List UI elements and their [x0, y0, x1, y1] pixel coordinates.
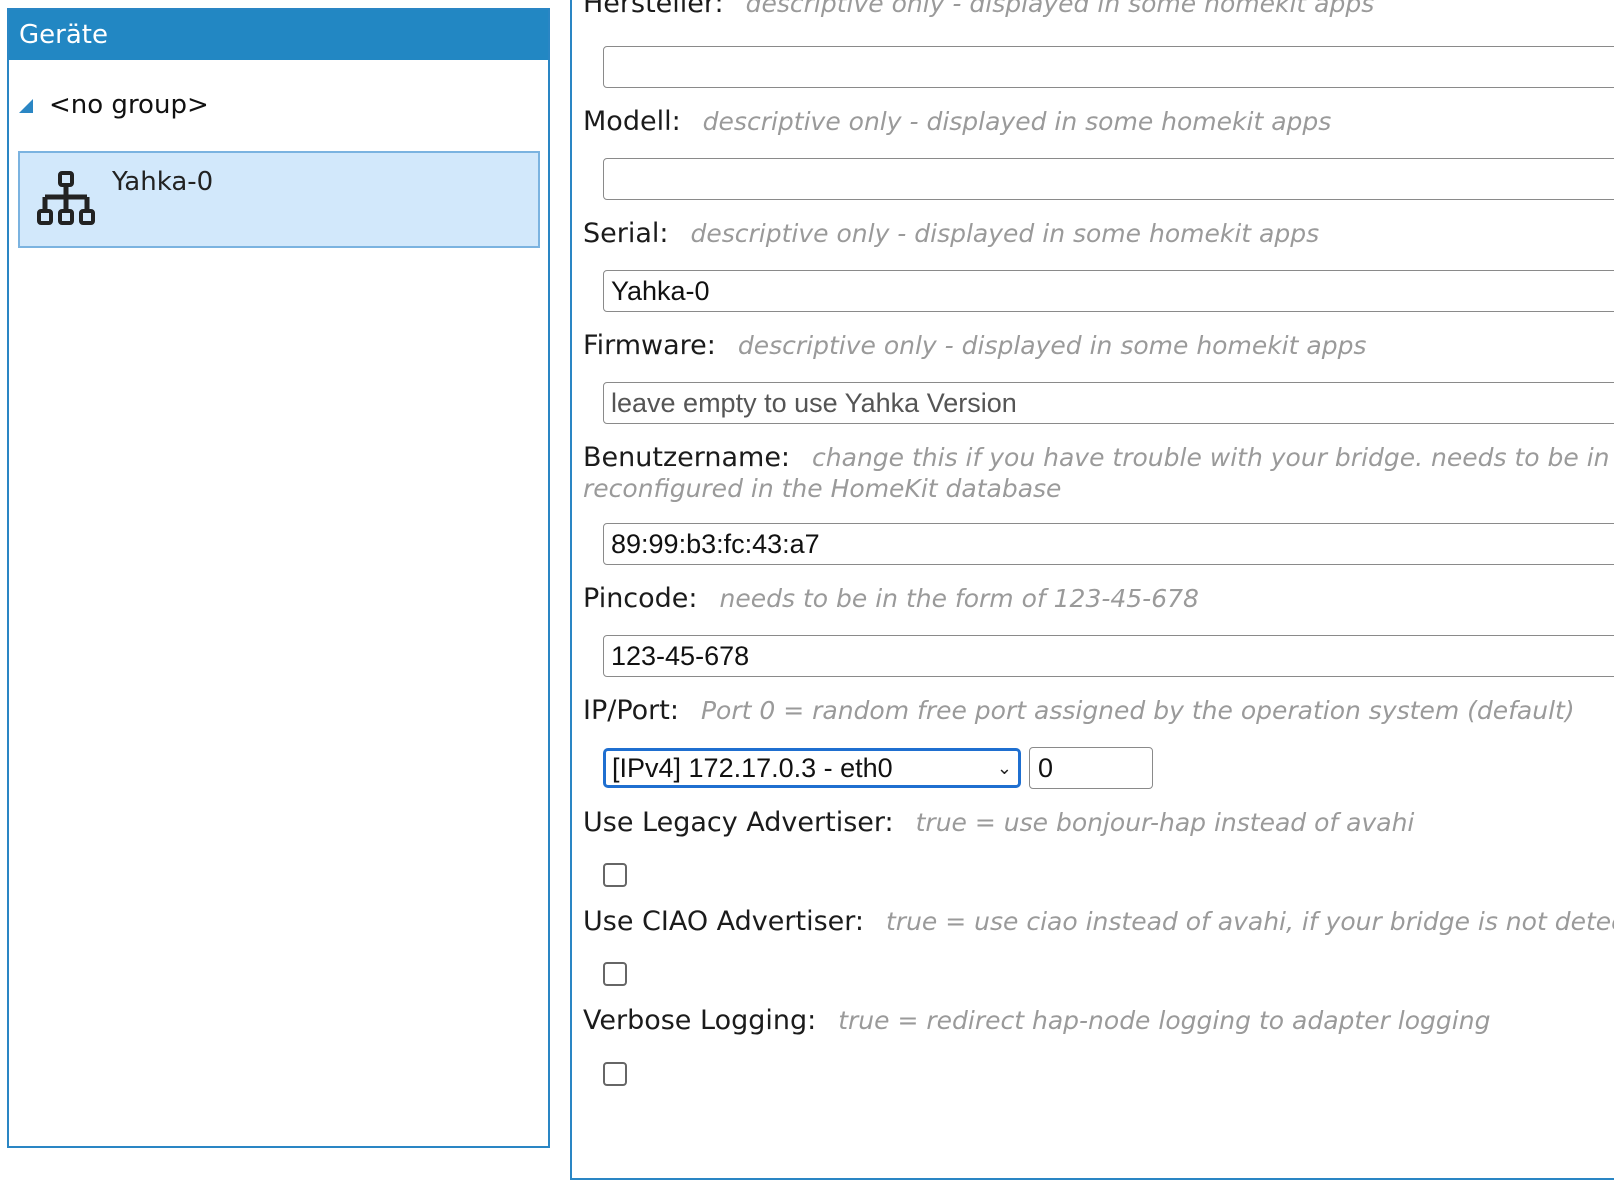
- ciao-advertiser-label: Use CIAO Advertiser:: [583, 906, 864, 937]
- ciao-advertiser-checkbox[interactable]: [603, 962, 627, 986]
- username-input[interactable]: [603, 523, 1614, 565]
- serial-input[interactable]: [603, 270, 1614, 312]
- device-config-form: Hersteller: descriptive only - displayed …: [570, 0, 1614, 1180]
- ipport-hint: Port 0 = random free port assigned by th…: [700, 696, 1575, 725]
- legacy-advertiser-hint: true = use bonjour-hap instead of avahi: [915, 808, 1415, 837]
- group-node[interactable]: <no group>: [19, 90, 209, 120]
- device-item-yahka-0[interactable]: Yahka-0: [18, 151, 540, 248]
- verbose-logging-hint: true = redirect hap-node logging to adap…: [838, 1006, 1491, 1035]
- model-row: Modell: descriptive only - displayed in s…: [583, 106, 1331, 137]
- firmware-row: Firmware: descriptive only - displayed in…: [583, 330, 1366, 361]
- model-input[interactable]: [603, 158, 1614, 200]
- username-hint: change this if you have trouble with you…: [812, 443, 1614, 472]
- firmware-input[interactable]: [603, 382, 1614, 424]
- firmware-label: Firmware:: [583, 330, 716, 361]
- username-label: Benutzername:: [583, 442, 791, 473]
- ip-address-selected: [IPv4] 172.17.0.3 - eth0: [612, 752, 893, 783]
- username-row: Benutzername: change this if you have tro…: [583, 442, 1614, 473]
- manufacturer-row: Hersteller: descriptive only - displayed …: [583, 0, 1374, 19]
- pincode-label: Pincode:: [583, 583, 698, 614]
- ipport-label: IP/Port:: [583, 695, 679, 726]
- pincode-input[interactable]: [603, 635, 1614, 677]
- ip-address-select[interactable]: [IPv4] 172.17.0.3 - eth0 ⌄: [603, 748, 1021, 788]
- manufacturer-label: Hersteller:: [583, 0, 724, 19]
- devices-panel-title: Geräte: [9, 10, 548, 60]
- legacy-advertiser-row: Use Legacy Advertiser: true = use bonjour…: [583, 807, 1414, 838]
- verbose-logging-label: Verbose Logging:: [583, 1005, 817, 1036]
- device-name: Yahka-0: [112, 167, 214, 197]
- manufacturer-hint: descriptive only - displayed in some hom…: [745, 0, 1375, 18]
- username-hint-continued: reconfigured in the HomeKit database: [583, 474, 1062, 503]
- group-label: <no group>: [49, 90, 209, 120]
- manufacturer-input[interactable]: [603, 46, 1614, 88]
- ipport-row: IP/Port: Port 0 = random free port assign…: [583, 695, 1575, 726]
- firmware-hint: descriptive only - displayed in some hom…: [737, 331, 1367, 360]
- verbose-logging-row: Verbose Logging: true = redirect hap-node…: [583, 1005, 1490, 1036]
- expand-triangle-icon[interactable]: [19, 99, 33, 113]
- legacy-advertiser-label: Use Legacy Advertiser:: [583, 807, 894, 838]
- chevron-down-icon: ⌄: [996, 757, 1012, 778]
- network-tree-icon: [37, 171, 95, 225]
- ciao-advertiser-hint: true = use ciao instead of avahi, if you…: [885, 907, 1614, 936]
- pincode-row: Pincode: needs to be in the form of 123-4…: [583, 583, 1199, 614]
- legacy-advertiser-checkbox[interactable]: [603, 863, 627, 887]
- model-label: Modell:: [583, 106, 681, 137]
- model-hint: descriptive only - displayed in some hom…: [702, 107, 1332, 136]
- verbose-logging-checkbox[interactable]: [603, 1062, 627, 1086]
- serial-label: Serial:: [583, 218, 669, 249]
- port-input[interactable]: [1029, 747, 1153, 789]
- ciao-advertiser-row: Use CIAO Advertiser: true = use ciao inst…: [583, 906, 1614, 937]
- pincode-hint: needs to be in the form of 123-45-678: [719, 584, 1199, 613]
- serial-row: Serial: descriptive only - displayed in s…: [583, 218, 1319, 249]
- serial-hint: descriptive only - displayed in some hom…: [690, 219, 1320, 248]
- devices-panel: Geräte <no group> Yahka-0: [7, 8, 550, 1148]
